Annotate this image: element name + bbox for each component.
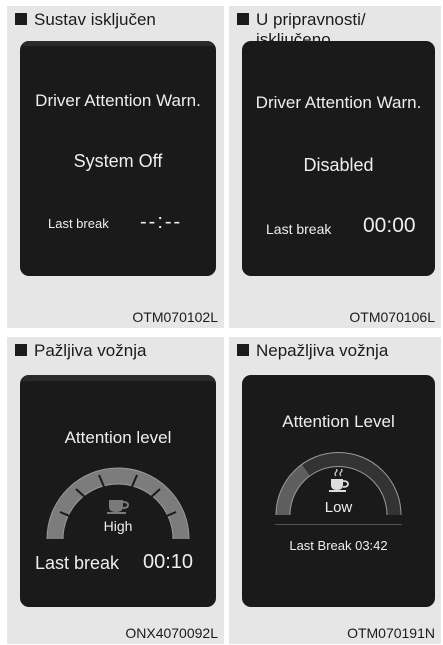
last-break-value: 00:10	[143, 551, 194, 573]
cluster-screen: Driver Attention Warn. Disabled Last bre…	[242, 41, 435, 276]
square-bullet-icon	[15, 13, 27, 25]
cluster-screen: Attention Level Low Last Break 03:42	[242, 375, 435, 607]
last-break-value: 00:00	[363, 214, 416, 237]
panel-title: Sustav isključen	[15, 10, 156, 30]
coffee-cup-icon	[107, 500, 129, 514]
panel-attentive-driving: Pažljiva vožnja Attention level High Las…	[7, 337, 224, 644]
screen-top-bar	[20, 375, 216, 381]
last-break-label: Last break	[266, 221, 332, 237]
divider	[275, 524, 402, 525]
panel-system-off: Sustav isključen Driver Attention Warn. …	[7, 6, 224, 328]
screen-heading: Driver Attention Warn.	[255, 93, 422, 112]
figure-code: OTM070102L	[132, 309, 218, 325]
figure-code: ONX4070092L	[125, 625, 218, 641]
screen-heading: Driver Attention Warn.	[35, 91, 201, 110]
figure-code: OTM070106L	[349, 309, 435, 325]
status-text: Disabled	[303, 155, 374, 175]
steam-icon	[334, 469, 343, 477]
screen-top-bar	[20, 41, 216, 46]
square-bullet-icon	[237, 13, 249, 25]
attention-level-text: High	[103, 518, 133, 534]
panel-inattentive-driving: Nepažljiva vožnja Attention Level Low La…	[229, 337, 441, 644]
last-break-text: Last Break 03:42	[289, 538, 388, 553]
panel-title-line1: U pripravnosti/	[256, 10, 366, 29]
panel-title-text: Sustav isključen	[34, 10, 156, 29]
panel-title: Nepažljiva vožnja	[237, 341, 388, 361]
screen-heading: Attention Level	[282, 412, 395, 431]
last-break-label: Last break	[48, 216, 109, 231]
last-break-value: --:--	[140, 211, 183, 233]
square-bullet-icon	[15, 344, 27, 356]
attention-level-text: Low	[324, 499, 353, 516]
screen-heading: Attention level	[64, 428, 172, 447]
panel-title-text: Nepažljiva vožnja	[256, 341, 389, 360]
cluster-screen: Driver Attention Warn. System Off Last b…	[20, 41, 216, 276]
coffee-cup-icon	[329, 479, 349, 492]
status-text: System Off	[73, 151, 163, 171]
cluster-screen: Attention level High Last break 00:10	[20, 375, 216, 607]
square-bullet-icon	[237, 344, 249, 356]
panel-title: Pažljiva vožnja	[15, 341, 146, 361]
panel-disabled: U pripravnosti/isključeno Driver Attenti…	[229, 6, 441, 328]
figure-code: OTM070191N	[347, 625, 435, 641]
last-break-label: Last break	[35, 553, 120, 573]
panel-title-text: Pažljiva vožnja	[34, 341, 147, 360]
